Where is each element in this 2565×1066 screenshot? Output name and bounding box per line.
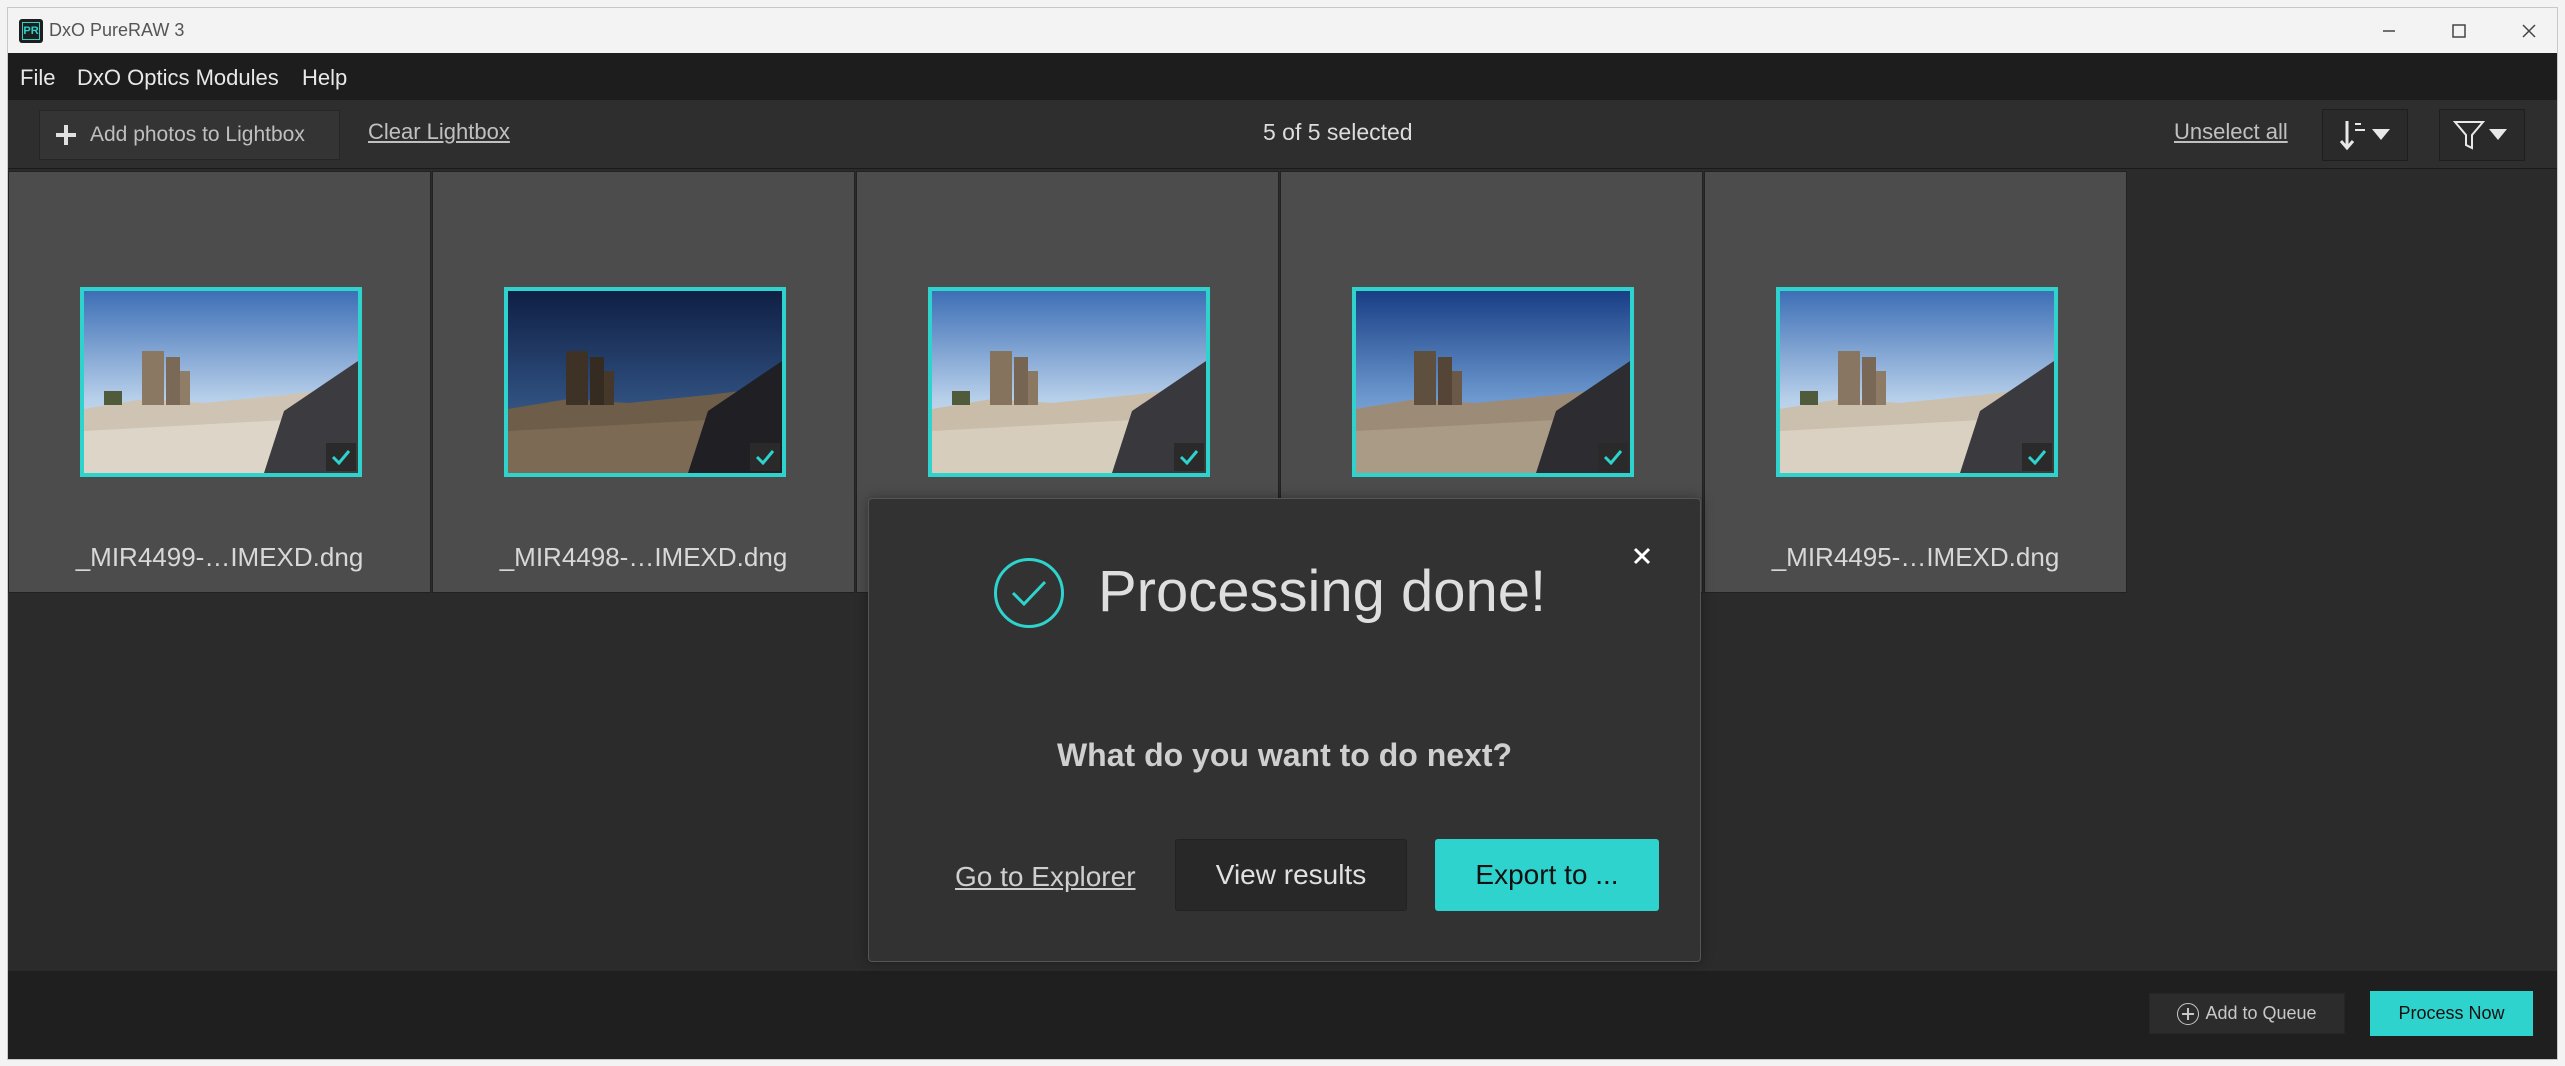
filter-button[interactable] [2439, 109, 2525, 161]
title-bar[interactable]: PR DxO PureRAW 3 [8, 8, 2557, 53]
add-photos-label: Add photos to Lightbox [90, 123, 305, 146]
minimize-icon [2383, 29, 2395, 32]
close-icon [1633, 547, 1651, 565]
selected-check-icon[interactable] [2022, 443, 2052, 471]
clear-lightbox-link[interactable]: Clear Lightbox [368, 119, 510, 145]
menu-file[interactable]: File [20, 65, 55, 91]
plus-icon [56, 125, 76, 145]
selected-check-icon[interactable] [326, 443, 356, 471]
maximize-button[interactable] [2424, 8, 2494, 53]
process-now-button[interactable]: Process Now [2370, 991, 2533, 1036]
photo-preview [932, 291, 1206, 473]
dialog-title: Processing done! [1098, 559, 1547, 624]
photo-preview [84, 291, 358, 473]
selected-check-icon[interactable] [1174, 443, 1204, 471]
sort-icon [2339, 121, 2390, 151]
thumbnail-filename: _MIR4498-…IMEXD.dng [499, 542, 788, 572]
add-circle-icon [2177, 1002, 2200, 1025]
photo-preview [508, 291, 782, 473]
close-icon [2522, 23, 2536, 38]
add-photos-button[interactable]: Add photos to Lightbox [39, 110, 340, 160]
thumbnail-image[interactable] [504, 287, 786, 477]
menu-bar: File DxO Optics Modules Help [8, 53, 2557, 100]
thumbnail-image[interactable] [1776, 287, 2058, 477]
window-title: DxO PureRAW 3 [49, 20, 185, 40]
minimize-button[interactable] [2354, 8, 2424, 53]
thumbnail-card[interactable]: _MIR4499-…IMEXD.dng [8, 171, 431, 593]
dialog-question: What do you want to do next? [1056, 737, 1513, 773]
thumbnail-image[interactable] [928, 287, 1210, 477]
app-window: PR DxO PureRAW 3 File DxO Optics Modules… [7, 7, 2558, 1060]
photo-preview [1356, 291, 1630, 473]
add-to-queue-label: Add to Queue [2205, 1003, 2317, 1023]
thumbnail-image[interactable] [1352, 287, 1634, 477]
thumbnail-filename: _MIR4495-…IMEXD.dng [1771, 542, 2060, 572]
thumbnail-card[interactable]: _MIR4495-…IMEXD.dng [1704, 171, 2127, 593]
thumbnail-filename: _MIR4499-…IMEXD.dng [75, 542, 364, 572]
photo-preview [1780, 291, 2054, 473]
selection-count: 5 of 5 selected [1263, 119, 1413, 145]
thumbnail-card[interactable]: _MIR4498-…IMEXD.dng [432, 171, 855, 593]
bottom-bar: Add to Queue Process Now [8, 971, 2557, 1059]
view-results-button[interactable]: View results [1175, 839, 1407, 911]
selected-check-icon[interactable] [1598, 443, 1628, 471]
filter-icon [2452, 121, 2507, 150]
app-logo-icon: PR [19, 19, 43, 43]
app-logo-text: PR [22, 22, 40, 40]
processing-done-dialog: Processing done! What do you want to do … [868, 498, 1701, 962]
toolbar: Add photos to Lightbox Clear Lightbox 5 … [8, 100, 2557, 169]
success-check-icon [994, 558, 1064, 628]
menu-optics-modules[interactable]: DxO Optics Modules [77, 65, 279, 91]
maximize-icon [2452, 23, 2466, 38]
menu-help[interactable]: Help [302, 65, 347, 91]
thumbnail-image[interactable] [80, 287, 362, 477]
add-to-queue-button[interactable]: Add to Queue [2149, 993, 2345, 1034]
go-to-explorer-link[interactable]: Go to Explorer [955, 861, 1136, 893]
dialog-close-button[interactable] [1628, 542, 1656, 570]
sort-button[interactable] [2322, 109, 2408, 161]
export-to-button[interactable]: Export to ... [1435, 839, 1659, 911]
unselect-all-link[interactable]: Unselect all [2174, 119, 2288, 145]
selected-check-icon[interactable] [750, 443, 780, 471]
close-window-button[interactable] [2494, 8, 2557, 53]
